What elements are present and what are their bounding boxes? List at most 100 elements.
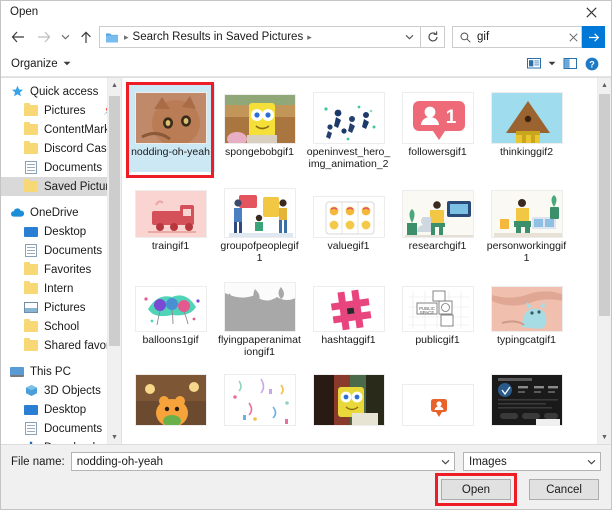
clear-search-icon[interactable] — [565, 32, 581, 42]
cloud-icon — [9, 205, 25, 221]
sidebar-item-documents-onedrive[interactable]: Documents — [1, 241, 121, 260]
open-button-wrap: Open — [435, 473, 517, 506]
picture-icon — [23, 300, 39, 316]
scrollbar-thumb[interactable] — [109, 96, 120, 346]
scroll-up-icon[interactable]: ▲ — [598, 78, 611, 92]
thumbnail-wrap — [223, 182, 296, 238]
filename-value[interactable]: nodding-oh-yeah — [77, 456, 436, 468]
file-list-scrollbar[interactable]: ▲ ▼ — [597, 78, 611, 444]
breadcrumb-bar[interactable]: ▸ Search Results in Saved Pictures ▸ — [99, 26, 421, 48]
file-item-flyingpaperanimationgif1[interactable]: flyingpaperanimationgif1 — [215, 272, 304, 360]
sidebar-item-intern[interactable]: Intern — [1, 279, 121, 298]
scrollbar-thumb[interactable] — [599, 94, 610, 316]
sidebar-item-3d-objects[interactable]: 3D Objects — [1, 381, 121, 400]
sidebar-group-label: This PC — [30, 365, 71, 378]
change-view-icon[interactable] — [523, 53, 545, 75]
sidebar-divider — [1, 196, 121, 203]
sidebar-group-onedrive[interactable]: OneDrive — [1, 203, 121, 222]
thumbnail-wrap — [312, 276, 385, 332]
document-icon — [23, 160, 39, 176]
sidebar-item-favorites[interactable]: Favorites — [1, 260, 121, 279]
sidebar-group-quick-access[interactable]: Quick access — [1, 82, 121, 101]
sidebar-item-label: Documents — [44, 244, 103, 257]
filename-input[interactable]: nodding-oh-yeah — [70, 452, 455, 471]
sidebar-item-pictures[interactable]: Pictures 📌 — [1, 101, 121, 120]
refresh-button[interactable] — [421, 26, 445, 48]
file-item-traingif1[interactable]: traingif1 — [126, 178, 215, 266]
file-item-openinvest-hero[interactable]: openinvest_hero_img_animation_2 — [304, 84, 393, 172]
filetype-select[interactable]: Images — [463, 452, 601, 471]
cancel-button[interactable]: Cancel — [529, 479, 599, 500]
breadcrumb-separator-trailing[interactable]: ▸ — [303, 32, 316, 43]
forward-arrow-icon[interactable] — [31, 25, 57, 49]
breadcrumb-dropdown-icon[interactable] — [400, 34, 418, 40]
sidebar-item-label: School — [44, 320, 80, 333]
sidebar-item-label: 3D Objects — [44, 384, 101, 397]
up-arrow-icon[interactable] — [73, 25, 99, 49]
back-arrow-icon[interactable] — [5, 25, 31, 49]
sidebar-item-pictures-onedrive[interactable]: Pictures — [1, 298, 121, 317]
preview-pane-icon[interactable] — [559, 53, 581, 75]
file-item-typingcatgif1[interactable]: typingcatgif1 — [482, 272, 571, 360]
svg-text:1: 1 — [445, 107, 456, 128]
sidebar-item-discord-case-study[interactable]: Discord Case Study — [1, 139, 121, 158]
sidebar-item-desktop-onedrive[interactable]: Desktop — [1, 222, 121, 241]
file-item-researchgif1[interactable]: researchgif1 — [393, 178, 482, 266]
sidebar-item-label: Documents — [44, 161, 103, 174]
sidebar-item-label: Pictures — [44, 301, 86, 314]
sidebar-item-saved-pictures[interactable]: Saved Pictures — [1, 177, 121, 196]
file-list-pane[interactable]: nodding-oh-yeah spongebobgif1 openinvest… — [122, 78, 611, 444]
open-file-dialog: Open ▸ Search Results in Saved Pictures … — [0, 0, 612, 510]
title-bar: Open — [1, 1, 611, 23]
file-item-spongebob-dark[interactable] — [304, 366, 393, 428]
file-item-personworkinggif1[interactable]: personworkinggif1 — [482, 178, 571, 266]
organize-button[interactable]: Organize — [11, 58, 71, 70]
sidebar-item-contentmarketing[interactable]: ContentMarketing — [1, 120, 121, 139]
search-input[interactable]: gif — [473, 31, 565, 43]
close-icon[interactable] — [571, 1, 611, 23]
scrollbar-track[interactable] — [598, 92, 611, 430]
file-item-notification-badge[interactable] — [393, 366, 482, 428]
change-view-dropdown-icon[interactable] — [545, 53, 559, 75]
navigation-scrollbar[interactable]: ▲ ▼ — [107, 78, 121, 444]
sidebar-item-school[interactable]: School — [1, 317, 121, 336]
scroll-up-icon[interactable]: ▲ — [108, 78, 121, 92]
file-item-groupofpeoplegif1[interactable]: groupofpeoplegif1 — [215, 178, 304, 266]
scrollbar-track[interactable] — [108, 92, 121, 430]
file-item-thinkinggif2[interactable]: thinkinggif2 — [482, 84, 571, 172]
sidebar-group-this-pc[interactable]: This PC — [1, 362, 121, 381]
file-item-spongebobgif1[interactable]: spongebobgif1 — [215, 84, 304, 172]
dialog-footer: File name: nodding-oh-yeah Images Open C… — [1, 444, 611, 509]
sidebar-item-shared-favorites[interactable]: Shared favorites — [1, 336, 121, 355]
sidebar-item-downloads[interactable]: Downloads — [1, 438, 121, 444]
help-icon[interactable]: ? — [581, 53, 603, 75]
file-item-hamster[interactable] — [126, 366, 215, 428]
file-item-dark-dashboard[interactable] — [482, 366, 571, 428]
document-icon — [23, 421, 39, 437]
download-icon — [23, 440, 39, 444]
search-box[interactable]: gif — [452, 26, 582, 48]
filetype-dropdown-icon[interactable] — [582, 459, 600, 465]
recent-locations-chevron-icon[interactable] — [57, 25, 73, 49]
breadcrumb[interactable]: Search Results in Saved Pictures — [133, 31, 304, 43]
filetype-value[interactable]: Images — [469, 456, 582, 468]
file-item-balloons1gif[interactable]: balloons1gif — [126, 272, 215, 360]
file-label: personworkinggif1 — [486, 240, 567, 264]
sidebar-item-documents-pc[interactable]: Documents — [1, 419, 121, 438]
sidebar-item-desktop-pc[interactable]: Desktop — [1, 400, 121, 419]
file-item-publicgif1[interactable]: PUBLIC SPACE publicgif1 — [393, 272, 482, 360]
file-item-followersgif1[interactable]: 1 followersgif1 — [393, 84, 482, 172]
open-button[interactable]: Open — [441, 479, 511, 500]
thumbnail-wrap: PUBLIC SPACE — [401, 276, 474, 332]
file-item-hashtaggif1[interactable]: hashtaggif1 — [304, 272, 393, 360]
file-item-nodding-oh-yeah[interactable]: nodding-oh-yeah — [126, 84, 215, 172]
scroll-down-icon[interactable]: ▼ — [108, 430, 121, 444]
scroll-down-icon[interactable]: ▼ — [598, 430, 611, 444]
search-go-button[interactable] — [582, 26, 605, 48]
sidebar-item-documents-quick[interactable]: Documents — [1, 158, 121, 177]
navigation-pane: Quick access Pictures 📌 ContentMarketing… — [1, 78, 121, 444]
filename-row: File name: nodding-oh-yeah Images — [11, 452, 601, 471]
file-item-valuegif1[interactable]: valuegif1 — [304, 178, 393, 266]
filename-dropdown-icon[interactable] — [436, 459, 454, 465]
file-item-confetti[interactable] — [215, 366, 304, 428]
